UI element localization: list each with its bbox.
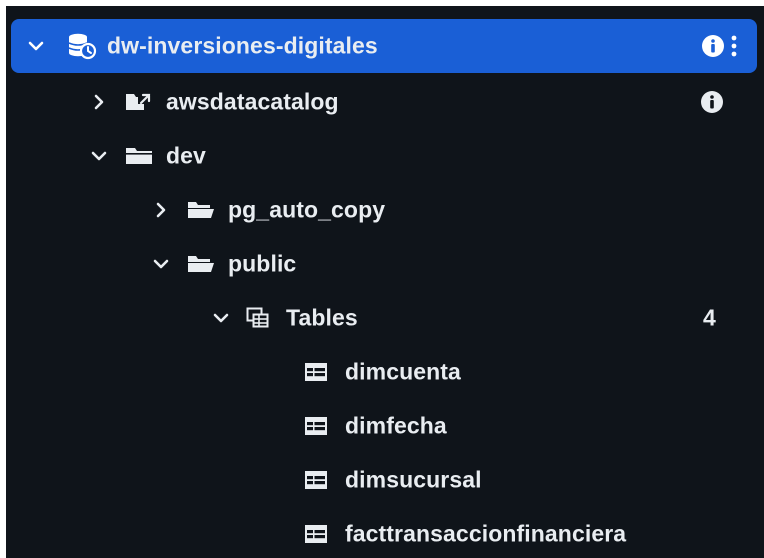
tree-item-pg-auto-copy[interactable]: pg_auto_copy — [6, 184, 764, 236]
tree-item-label: pg_auto_copy — [228, 196, 386, 223]
tree-item-label: Tables — [286, 304, 358, 331]
folder-icon — [126, 148, 152, 164]
info-icon[interactable] — [700, 90, 724, 114]
chevron-down-icon[interactable] — [210, 307, 232, 329]
tree-item-tables[interactable]: Tables 4 — [6, 292, 764, 344]
tree-item-label: dimcuenta — [345, 358, 461, 385]
tree-item-label: public — [228, 250, 297, 277]
redshift-database-icon — [68, 33, 97, 60]
tree-item-table[interactable]: dimcuenta — [6, 346, 764, 398]
tree-item-public[interactable]: public — [6, 238, 764, 290]
chevron-down-icon[interactable] — [150, 253, 172, 275]
schema-folder-icon — [188, 202, 214, 218]
chevron-down-icon[interactable] — [25, 35, 47, 57]
tree-item-label: facttransaccionfinanciera — [345, 520, 627, 547]
tree-item-label: dw-inversiones-digitales — [107, 32, 378, 59]
chevron-right-icon[interactable] — [150, 199, 172, 221]
table-icon — [305, 363, 327, 381]
tree-item-dev[interactable]: dev — [6, 130, 764, 182]
chevron-down-icon[interactable] — [88, 145, 110, 167]
database-tree-panel: dw-inversiones-digitales awsdatacatalog — [6, 6, 764, 558]
table-icon — [305, 471, 327, 489]
info-icon[interactable] — [701, 34, 725, 58]
table-icon — [305, 417, 327, 435]
tables-icon — [246, 307, 269, 328]
tree-item-dw-inversiones-digitales[interactable]: dw-inversiones-digitales — [11, 19, 757, 73]
tree-item-awsdatacatalog[interactable]: awsdatacatalog — [6, 76, 764, 128]
tree-item-table[interactable]: facttransaccionfinanciera — [6, 508, 764, 558]
schema-folder-icon — [188, 256, 214, 272]
more-actions-icon[interactable] — [729, 34, 739, 58]
chevron-right-icon[interactable] — [88, 91, 110, 113]
tree-item-table[interactable]: dimfecha — [6, 400, 764, 452]
catalog-icon — [126, 93, 152, 110]
table-icon — [305, 525, 327, 543]
tree-item-label: awsdatacatalog — [166, 88, 339, 115]
tree-item-table[interactable]: dimsucursal — [6, 454, 764, 506]
tables-count: 4 — [703, 304, 716, 331]
tree-item-label: dimsucursal — [345, 466, 482, 493]
tree-item-label: dimfecha — [345, 412, 447, 439]
tree-item-label: dev — [166, 142, 206, 169]
